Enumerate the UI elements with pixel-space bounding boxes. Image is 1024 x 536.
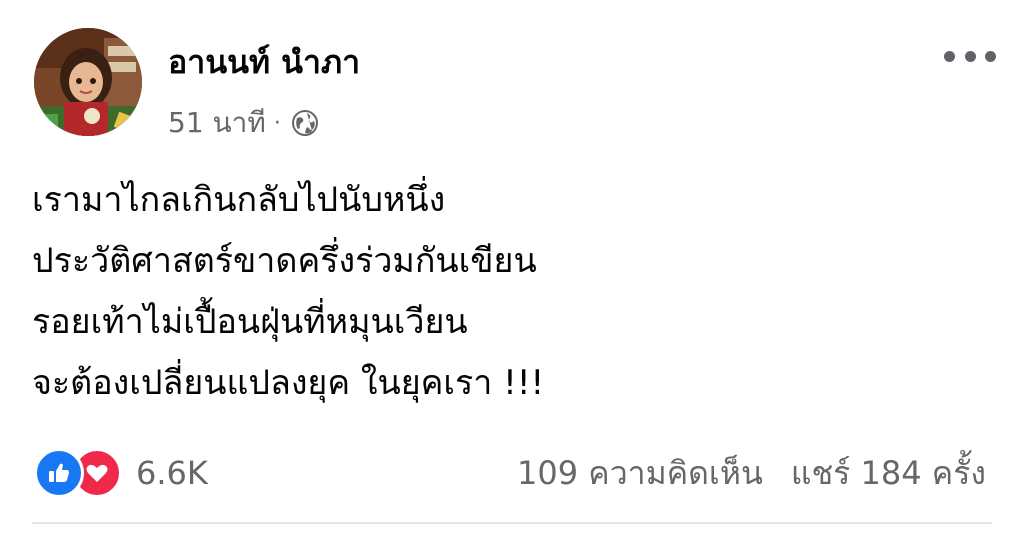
author-name[interactable]: อานนท์ นำภา: [168, 42, 360, 82]
reaction-count: 6.6K: [136, 454, 208, 492]
engagement-stats: 109 ความคิดเห็น แชร์ 184 ครั้ง: [517, 448, 986, 498]
more-dot-icon: [985, 50, 996, 62]
footer-divider: [32, 522, 992, 524]
shares-count[interactable]: แชร์ 184 ครั้ง: [791, 448, 986, 499]
post-meta: 51 นาที ·: [168, 103, 319, 143]
avatar-illustration: [34, 28, 142, 136]
meta-separator: ·: [273, 110, 281, 136]
post-text-line: เรามาไกลเกินกลับไปนับหนึ่ง: [32, 180, 446, 220]
more-dot-icon: [944, 50, 955, 62]
reactions-summary[interactable]: 6.6K: [34, 448, 208, 498]
more-options-button[interactable]: [944, 36, 996, 76]
post-text-line: ประวัติศาสตร์ขาดครึ่งร่วมกันเขียน: [32, 241, 537, 281]
more-dot-icon: [964, 50, 976, 62]
post-text: เรามาไกลเกินกลับไปนับหนึ่ง ประวัติศาสตร์…: [32, 170, 992, 414]
post-text-line: จะต้องเปลี่ยนแปลงยุค ในยุคเรา !!!: [32, 363, 545, 403]
post-timestamp[interactable]: 51 นาที: [168, 101, 266, 145]
like-icon: [34, 448, 84, 498]
post-text-line: รอยเท้าไม่เปื้อนฝุ่นที่หมุนเวียน: [32, 302, 468, 342]
globe-icon[interactable]: [291, 109, 319, 137]
facebook-post: อานนท์ นำภา 51 นาที · เรามาไกลเกินกลับไป…: [0, 0, 1024, 536]
author-avatar[interactable]: [34, 28, 142, 136]
comments-count[interactable]: 109 ความคิดเห็น: [517, 448, 763, 499]
